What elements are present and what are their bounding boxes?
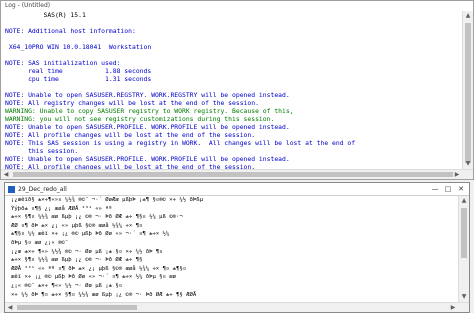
editor-line: Ýýþð± ¤¶§ ¿¡ æøå ÆØÅ ²³¹ «» ªº bbox=[11, 205, 113, 212]
log-horizontal-scroll-thumb[interactable] bbox=[13, 172, 453, 177]
log-window-title: Log - (Untitled) bbox=[1, 1, 473, 11]
maximize-button[interactable]: □ bbox=[442, 184, 454, 194]
scroll-left-arrow-icon[interactable]: ◀ bbox=[5, 303, 15, 313]
scroll-up-arrow-icon[interactable]: ▲ bbox=[463, 11, 473, 21]
log-line: WARNING: you will not see registry custo… bbox=[5, 115, 275, 123]
editor-vertical-scroll-thumb[interactable] bbox=[461, 208, 467, 258]
editor-horizontal-scroll-thumb[interactable] bbox=[17, 305, 137, 310]
editor-line: ±÷× §¶¤ ¼½¾ æø ßµþ ¡¿ ©® ¬· Þð ØÆ ±÷ ¶§¤… bbox=[11, 214, 183, 221]
editor-line: ¿¡« ®©¨ ±×÷ ¶«» ¼½ ¬· Øø µß ¡± §¤ bbox=[11, 282, 123, 289]
log-line: real time 1.88 seconds bbox=[5, 67, 152, 75]
scroll-down-arrow-icon[interactable]: ▼ bbox=[459, 292, 469, 302]
editor-line: ¡¿æ ±×÷ ¶«» ¼½¾ ®© ¬· Øø µß ¡± §¤ ×÷ ¼½ … bbox=[11, 248, 163, 255]
editor-text-area[interactable]: ¡¿æêïð§ ±×÷¶«»¤ ¼½¾ ®©¨ ¬·´ ØøÆæ µßþÞ ¡±… bbox=[5, 196, 458, 302]
scroll-down-arrow-icon[interactable]: ▼ bbox=[463, 159, 473, 169]
scroll-up-arrow-icon[interactable]: ▲ bbox=[459, 196, 469, 206]
log-line: NOTE: This SAS session is using a regist… bbox=[5, 139, 356, 147]
log-line: NOTE: All registry changes will be lost … bbox=[5, 99, 259, 107]
editor-line: ±¶§¤ ¼½ æêï ×÷ ¡¿ ®© µßþ Þð Øø «» ¬·´ ¤¶… bbox=[11, 231, 170, 238]
log-line: NOTE: Unable to open SASUSER.PROFILE. WO… bbox=[5, 123, 290, 131]
editor-window-title: 29_Dec_redo_all bbox=[18, 186, 67, 193]
log-horizontal-scrollbar[interactable]: ◀ ▶ bbox=[1, 169, 473, 179]
log-line: NOTE: Unable to open SASUSER.PROFILE. WO… bbox=[5, 155, 290, 163]
log-line: WARNING: Unable to copy SASUSER registry… bbox=[5, 107, 294, 115]
editor-horizontal-scrollbar[interactable]: ◀ ▶ bbox=[5, 302, 469, 312]
editor-line: ×÷ ¼½ ðÞ ¶¤ ±÷× §¶¤ ¼½¾ æø ßµþ ¡¿ ©® ¬· … bbox=[11, 291, 197, 298]
log-vertical-scrollbar[interactable]: ▲ ▼ bbox=[462, 11, 473, 169]
log-line: NOTE: SAS initialization used: bbox=[5, 59, 121, 67]
minimize-button[interactable]: — bbox=[429, 184, 441, 194]
log-line: SAS(R) 15.1 bbox=[5, 11, 86, 19]
editor-line: ÆØÅ ²³¹ «» ªº ¤¶ ðÞ ±× ¿¡ µþß §©® æøå ½¾… bbox=[11, 265, 187, 272]
log-line: this session. bbox=[5, 147, 79, 155]
log-line: X64_10PRO WIN 10.0.18041 Workstation bbox=[5, 43, 152, 51]
editor-line: ±÷× §¶¤ ¼½¾ æø ßµþ ¡¿ ©® ¬· Þð ØÆ ±÷ ¶§ bbox=[11, 257, 143, 264]
editor-line: æêï ×÷ ¡¿ ®© µßþ Þð Øø «» ¬·´ ¤¶ ±÷× ½¼ … bbox=[11, 274, 177, 281]
log-window: Log - (Untitled) SAS(R) 15.1 NOTE: Addit… bbox=[0, 0, 474, 180]
log-vertical-scroll-thumb[interactable] bbox=[465, 23, 471, 163]
log-line: NOTE: Unable to open SASUSER.REGSTRY. WO… bbox=[5, 91, 290, 99]
editor-line: ¡¿æêïð§ ±×÷¶«»¤ ¼½¾ ®©¨ ¬·´ ØøÆæ µßþÞ ¡±… bbox=[11, 197, 203, 203]
editor-title-bar[interactable]: 29_Dec_redo_all — □ ✕ bbox=[5, 183, 469, 196]
close-button[interactable]: ✕ bbox=[455, 184, 467, 194]
scroll-right-arrow-icon[interactable]: ▶ bbox=[452, 170, 462, 180]
editor-window: 29_Dec_redo_all — □ ✕ ¡¿æêïð§ ±×÷¶«»¤ ¼½… bbox=[4, 182, 470, 313]
editor-vertical-scrollbar[interactable]: ▲ ▼ bbox=[458, 196, 469, 302]
scroll-right-arrow-icon[interactable]: ▶ bbox=[448, 303, 458, 313]
log-line: NOTE: All profile changes will be lost a… bbox=[5, 131, 256, 139]
log-line: cpu time 1.31 seconds bbox=[5, 75, 152, 83]
program-file-icon bbox=[8, 186, 15, 193]
editor-line: ÆØ ¤¶ ðÞ ±× ¿¡ «» µþß §©® æøå ½¾¼ ÷× ¶¤ bbox=[11, 222, 143, 229]
scroll-left-arrow-icon[interactable]: ◀ bbox=[1, 170, 11, 180]
log-text-area[interactable]: SAS(R) 15.1 NOTE: Additional host inform… bbox=[1, 11, 462, 169]
log-line: NOTE: Additional host information: bbox=[5, 27, 136, 35]
editor-line: ðÞµ §¤ æø ¿¡« ®©¨ bbox=[11, 239, 69, 246]
